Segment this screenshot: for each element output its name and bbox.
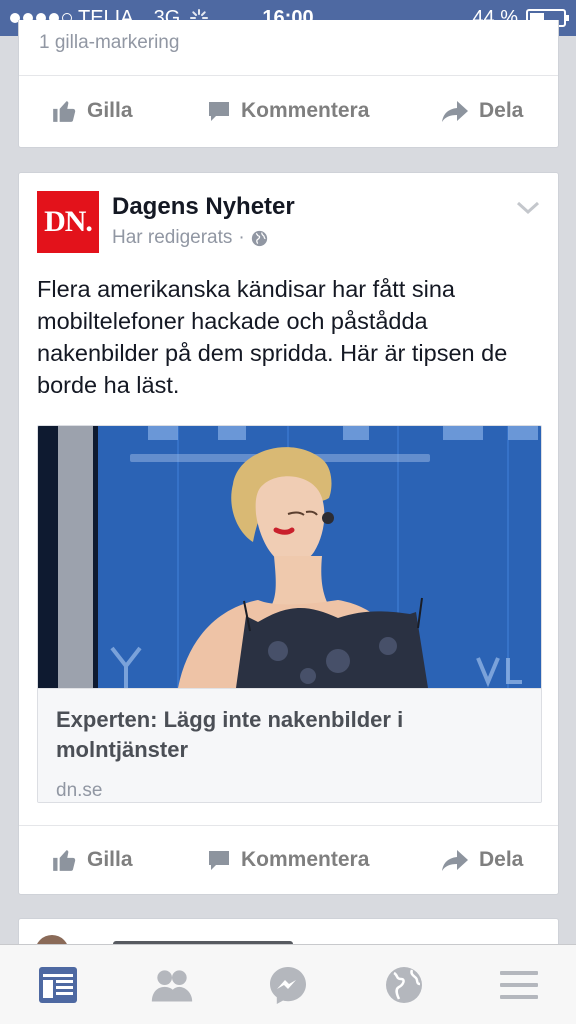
- comment-label: Kommentera: [241, 848, 370, 871]
- likes-count[interactable]: 1 gilla-markering: [39, 32, 179, 54]
- like-button[interactable]: Gilla: [51, 847, 133, 873]
- previous-post-card: 1 gilla-markering Gilla Kommentera Dela: [18, 20, 559, 148]
- comment-button[interactable]: Kommentera: [207, 848, 369, 872]
- comment-icon: [209, 851, 229, 870]
- friends-icon: [151, 970, 193, 1002]
- tab-friends[interactable]: [150, 965, 194, 1005]
- action-bar: Gilla Kommentera Dela: [19, 76, 558, 146]
- share-button[interactable]: Dela: [441, 848, 523, 872]
- link-image: [38, 426, 541, 688]
- thumbs-up-icon: [53, 850, 76, 871]
- messenger-icon: [270, 967, 306, 1004]
- share-button[interactable]: Dela: [441, 99, 523, 123]
- tab-notifications[interactable]: [382, 965, 426, 1005]
- logo-text: DN.: [44, 205, 93, 238]
- share-icon: [442, 101, 468, 122]
- news-feed-icon: [39, 967, 77, 1003]
- like-button[interactable]: Gilla: [51, 98, 133, 124]
- chevron-down-icon[interactable]: [516, 201, 540, 215]
- comment-button[interactable]: Kommentera: [207, 99, 369, 123]
- thumbs-up-icon: [53, 101, 76, 122]
- news-feed-post: DN. Dagens Nyheter Har redigerats · Fler…: [18, 172, 559, 895]
- globe-icon: [386, 967, 422, 1003]
- tab-more[interactable]: [497, 965, 541, 1005]
- link-title: Experten: Lägg inte nakenbilder i molntj…: [56, 707, 404, 762]
- action-bar: Gilla Kommentera Dela: [19, 825, 558, 895]
- like-label: Gilla: [87, 99, 133, 122]
- edited-label: Har redigerats: [112, 227, 233, 248]
- tab-messenger[interactable]: [266, 965, 310, 1005]
- separator-dot: ·: [238, 227, 245, 248]
- share-label: Dela: [479, 99, 524, 122]
- link-domain: dn.se: [56, 780, 103, 801]
- tab-news-feed[interactable]: [36, 965, 80, 1005]
- post-text: Flera amerikanska kändisar har fått sina…: [37, 276, 508, 398]
- post-header: DN. Dagens Nyheter Har redigerats ·: [37, 191, 295, 253]
- globe-icon: [251, 230, 267, 246]
- page-name[interactable]: Dagens Nyheter: [112, 193, 295, 221]
- link-meta: Experten: Lägg inte nakenbilder i molntj…: [38, 688, 541, 802]
- share-label: Dela: [479, 848, 524, 871]
- menu-icon: [500, 971, 538, 999]
- post-meta: Har redigerats ·: [112, 227, 295, 249]
- share-icon: [442, 850, 468, 871]
- comment-icon: [209, 102, 229, 121]
- link-preview[interactable]: Experten: Lägg inte nakenbilder i molntj…: [37, 425, 542, 803]
- like-label: Gilla: [87, 848, 133, 871]
- tab-bar: [0, 944, 576, 1024]
- comment-label: Kommentera: [241, 99, 370, 122]
- page-avatar[interactable]: DN.: [37, 191, 99, 253]
